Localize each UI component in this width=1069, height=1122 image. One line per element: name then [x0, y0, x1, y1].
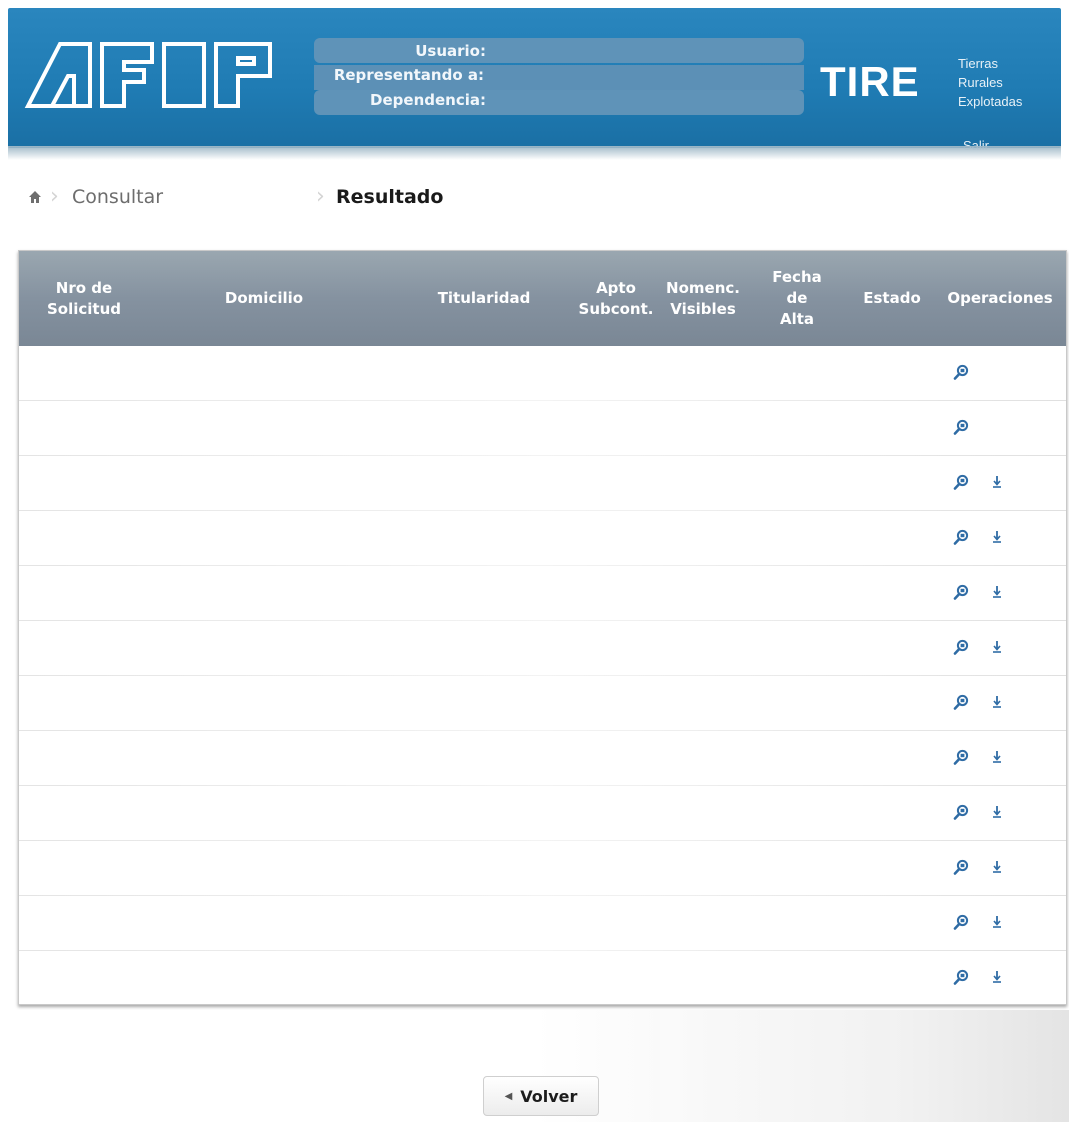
table-row [19, 841, 1066, 896]
col-nomenc-visibles[interactable]: Nomenc. Visibles [659, 251, 747, 346]
view-icon[interactable] [953, 364, 969, 380]
table-row [19, 456, 1066, 511]
operations-cell [953, 364, 969, 380]
download-icon[interactable] [989, 584, 1005, 600]
operations-cell [953, 969, 1005, 985]
operations-cell [953, 639, 1005, 655]
user-info-box: Usuario: Representando a: Dependencia: [314, 38, 804, 118]
table-header: Nro de Solicitud Domicilio Titularidad A… [19, 251, 1066, 346]
col-domicilio[interactable]: Domicilio [199, 251, 329, 346]
download-icon[interactable] [989, 749, 1005, 765]
view-icon[interactable] [953, 914, 969, 930]
table-row [19, 896, 1066, 951]
app-header: Usuario: Representando a: Dependencia: T… [8, 8, 1061, 153]
col-nro-solicitud[interactable]: Nro de Solicitud [19, 251, 149, 346]
operations-cell [953, 529, 1005, 545]
results-table: Nro de Solicitud Domicilio Titularidad A… [18, 250, 1067, 1005]
table-row [19, 676, 1066, 731]
back-button-label: Volver [520, 1086, 578, 1106]
operations-cell [953, 749, 1005, 765]
download-icon[interactable] [989, 639, 1005, 655]
col-titularidad[interactable]: Titularidad [424, 251, 544, 346]
download-icon[interactable] [989, 694, 1005, 710]
table-row [19, 511, 1066, 566]
operations-cell [953, 584, 1005, 600]
breadcrumb-resultado: Resultado [336, 186, 444, 208]
col-fecha-alta[interactable]: Fecha de Alta [767, 251, 827, 346]
home-icon[interactable] [28, 190, 42, 204]
dependency-label: Dependencia: [370, 91, 486, 109]
download-icon[interactable] [989, 969, 1005, 985]
col-apto-subcont[interactable]: Apto Subcont. [574, 251, 658, 346]
view-icon[interactable] [953, 584, 969, 600]
download-icon[interactable] [989, 914, 1005, 930]
view-icon[interactable] [953, 694, 969, 710]
download-icon[interactable] [989, 859, 1005, 875]
app-subtitle: Tierras Rurales Explotadas [958, 54, 1022, 111]
operations-cell [953, 804, 1005, 820]
breadcrumb-consultar[interactable]: Consultar [72, 186, 163, 208]
breadcrumb-separator: › [50, 184, 59, 209]
table-row [19, 346, 1066, 401]
col-estado[interactable]: Estado [852, 251, 932, 346]
download-icon[interactable] [989, 529, 1005, 545]
col-operaciones[interactable]: Operaciones [930, 251, 1069, 346]
table-row [19, 786, 1066, 841]
app-subtitle-line-1: Tierras [958, 56, 998, 71]
app-name: TIRE [820, 58, 920, 105]
table-row [19, 621, 1066, 676]
operations-cell [953, 474, 1005, 490]
app-subtitle-line-2: Rurales [958, 75, 1003, 90]
view-icon[interactable] [953, 639, 969, 655]
back-button[interactable]: ◀ Volver [483, 1076, 599, 1116]
view-icon[interactable] [953, 474, 969, 490]
view-icon[interactable] [953, 969, 969, 985]
operations-cell [953, 859, 1005, 875]
table-row [19, 951, 1066, 1006]
header-shadow [8, 146, 1061, 160]
table-row [19, 566, 1066, 621]
view-icon[interactable] [953, 419, 969, 435]
breadcrumb-separator: › [316, 184, 325, 209]
download-icon[interactable] [989, 804, 1005, 820]
afip-logo [24, 42, 272, 108]
app-subtitle-line-3: Explotadas [958, 94, 1023, 109]
download-icon[interactable] [989, 474, 1005, 490]
back-arrow-icon: ◀ [504, 1090, 513, 1102]
represent-label: Representando a: [333, 66, 484, 84]
user-label: Usuario: [415, 42, 486, 60]
operations-cell [953, 419, 969, 435]
view-icon[interactable] [953, 859, 969, 875]
operations-cell [953, 914, 1005, 930]
operations-cell [953, 694, 1005, 710]
table-row [19, 401, 1066, 456]
table-row [19, 731, 1066, 786]
view-icon[interactable] [953, 529, 969, 545]
view-icon[interactable] [953, 749, 969, 765]
view-icon[interactable] [953, 804, 969, 820]
